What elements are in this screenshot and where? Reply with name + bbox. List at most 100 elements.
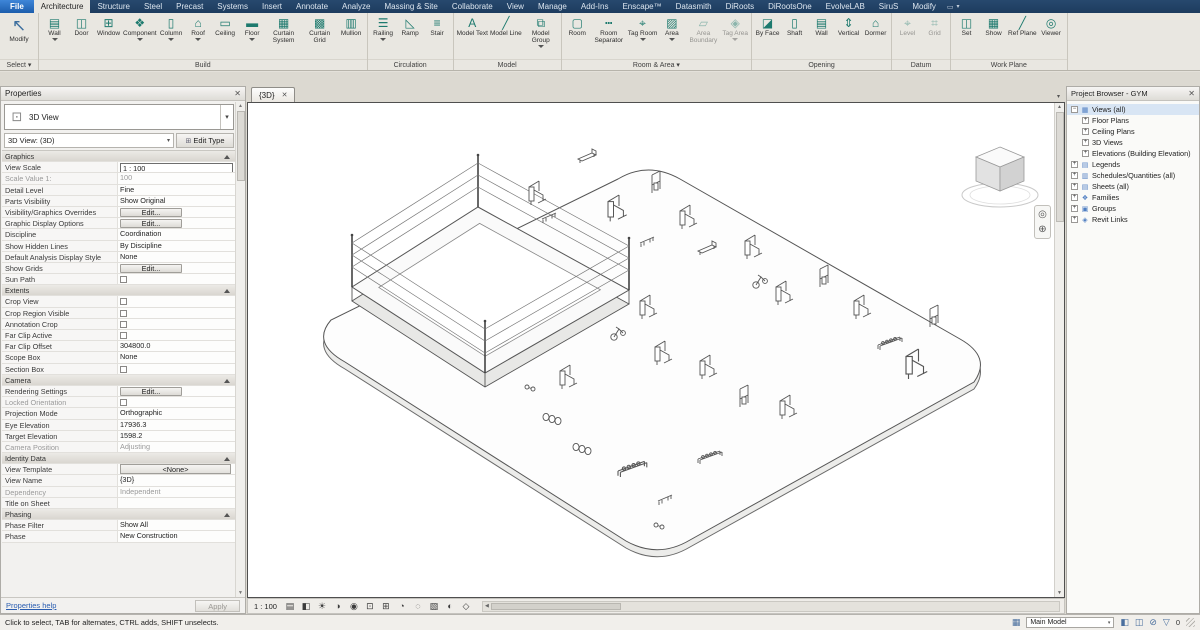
ribbon-tab[interactable]: Manage bbox=[531, 0, 574, 13]
property-row[interactable]: Target Elevation 1598.2 bbox=[2, 430, 235, 442]
rendering-dialog-icon[interactable]: ◉ bbox=[348, 599, 360, 613]
scroll-up-icon[interactable]: ▲ bbox=[1057, 104, 1062, 110]
property-row[interactable]: Phasing bbox=[2, 509, 235, 521]
ribbon-button[interactable]: ⌂ Dormer bbox=[862, 15, 889, 38]
ribbon-tab[interactable]: Structure bbox=[90, 0, 136, 13]
steering-wheel-icon[interactable]: ◎ bbox=[1038, 209, 1047, 220]
ribbon-tab[interactable]: View bbox=[500, 0, 531, 13]
ribbon-button[interactable]: ┅ Room Separator bbox=[591, 15, 627, 45]
ribbon-tab[interactable]: Analyze bbox=[335, 0, 377, 13]
apply-button[interactable]: Apply bbox=[195, 599, 240, 612]
property-row[interactable]: View Name {3D} bbox=[2, 475, 235, 487]
property-row[interactable]: Show Grids Edit... bbox=[2, 262, 235, 275]
ribbon-tab[interactable]: Datasmith bbox=[669, 0, 719, 13]
property-value[interactable]: Coordination bbox=[118, 229, 235, 240]
property-value[interactable]: Edit... bbox=[118, 385, 235, 397]
show-crop-region-icon[interactable]: ⊞ bbox=[380, 599, 392, 613]
browser-tree-item[interactable]: + ▤ Legends bbox=[1067, 159, 1199, 170]
ribbon-panel-label-opening[interactable]: Opening bbox=[752, 59, 892, 70]
ribbon-panel-label-room-area[interactable]: Room & Area ▾ bbox=[561, 59, 752, 70]
scrollbar-thumb[interactable] bbox=[1055, 112, 1064, 222]
view-instance-combo[interactable]: 3D View: (3D) ▾ bbox=[4, 133, 174, 148]
property-row[interactable]: Section Box bbox=[2, 363, 235, 375]
browser-tree-item[interactable]: + ▥ Schedules/Quantities (all) bbox=[1067, 170, 1199, 181]
property-value[interactable]: 100 bbox=[118, 173, 235, 184]
property-value[interactable]: <None> bbox=[118, 464, 235, 475]
property-row[interactable]: Locked Orientation bbox=[2, 397, 235, 409]
ribbon-button[interactable]: ⌗ Grid bbox=[921, 15, 948, 38]
expand-toggle[interactable]: + bbox=[1071, 205, 1078, 212]
scale-control[interactable]: 1 : 100 bbox=[252, 602, 282, 611]
property-value[interactable] bbox=[118, 296, 235, 307]
scroll-left-icon[interactable]: ◀ bbox=[485, 603, 489, 609]
visual-style-icon[interactable]: ◧ bbox=[300, 599, 312, 613]
ribbon-tab[interactable]: Architecture bbox=[33, 0, 91, 13]
ribbon-tab[interactable]: Systems bbox=[210, 0, 255, 13]
scroll-down-icon[interactable]: ▼ bbox=[238, 590, 243, 596]
ribbon-button[interactable]: ❖ Component bbox=[122, 15, 158, 42]
viewport-vertical-scrollbar[interactable]: ▲ ▼ bbox=[1054, 103, 1064, 597]
property-value[interactable]: Fine bbox=[118, 184, 235, 195]
exclude-options-icon[interactable]: ⊘ bbox=[1149, 617, 1157, 628]
worksets-icon[interactable]: ▦ bbox=[1012, 617, 1021, 628]
ribbon-button[interactable]: ⊞ Window bbox=[95, 15, 122, 38]
ribbon-button[interactable]: ≡ Stair bbox=[424, 15, 451, 38]
view-tab-3d[interactable]: {3D} ✕ bbox=[251, 87, 296, 102]
property-value[interactable]: Edit... bbox=[118, 262, 235, 274]
properties-scrollbar[interactable]: ▲ ▼ bbox=[235, 102, 245, 597]
property-row[interactable]: Default Analysis Display Style None bbox=[2, 251, 235, 263]
property-value[interactable] bbox=[118, 497, 235, 508]
property-value[interactable] bbox=[118, 397, 235, 408]
ribbon-tab[interactable]: Annotate bbox=[289, 0, 335, 13]
expand-toggle[interactable]: + bbox=[1071, 183, 1078, 190]
browser-tree-item[interactable]: − ▦ Views (all) bbox=[1067, 104, 1199, 115]
browser-tree-item[interactable]: + ▣ Groups bbox=[1067, 203, 1199, 214]
scroll-up-icon[interactable]: ▲ bbox=[238, 103, 243, 109]
ribbon-tab[interactable]: Insert bbox=[255, 0, 289, 13]
property-row[interactable]: Identity Data bbox=[2, 453, 235, 465]
ribbon-tab[interactable]: File bbox=[0, 0, 34, 13]
property-row[interactable]: Extents bbox=[2, 285, 235, 297]
ribbon-button[interactable]: ⌖ Tag Room bbox=[627, 15, 659, 42]
ribbon-button[interactable]: ⇕ Vertical bbox=[835, 15, 862, 38]
expand-toggle[interactable]: + bbox=[1071, 172, 1078, 179]
property-row[interactable]: Detail Level Fine bbox=[2, 184, 235, 196]
worksharing-display-icon[interactable]: ▧ bbox=[428, 599, 440, 613]
editable-only-icon[interactable]: ◫ bbox=[1135, 617, 1144, 628]
browser-tree-item[interactable]: + 3D Views bbox=[1067, 137, 1199, 148]
checkbox[interactable] bbox=[120, 276, 127, 284]
ribbon-button[interactable]: ⌂ Roof bbox=[185, 15, 212, 42]
temporary-view-properties-icon[interactable]: ◐ bbox=[444, 599, 456, 613]
property-row[interactable]: Title on Sheet bbox=[2, 497, 235, 509]
ribbon-button[interactable]: ◎ Viewer bbox=[1038, 15, 1065, 38]
ribbon-button[interactable]: ▨ Area bbox=[658, 15, 685, 42]
ribbon-button[interactable]: ╱ Ref Plane bbox=[1007, 15, 1038, 38]
property-value[interactable] bbox=[118, 330, 235, 341]
property-value[interactable] bbox=[118, 318, 235, 329]
property-row[interactable]: Camera bbox=[2, 374, 235, 386]
ribbon-button[interactable]: ▱ Area Boundary bbox=[685, 15, 721, 45]
property-value[interactable]: 1 : 100 bbox=[118, 162, 235, 173]
property-row[interactable]: Parts Visibility Show Original bbox=[2, 195, 235, 207]
ribbon-tab[interactable]: EvolveLAB bbox=[819, 0, 872, 13]
close-icon[interactable]: ✕ bbox=[234, 89, 241, 98]
property-row[interactable]: Crop Region Visible bbox=[2, 307, 235, 319]
ribbon-button[interactable]: ⌖ Level bbox=[894, 15, 921, 38]
3d-view-canvas[interactable]: ◎ ⊕ ▲ ▼ bbox=[247, 102, 1065, 598]
checkbox[interactable] bbox=[120, 365, 127, 373]
resize-grip[interactable] bbox=[1186, 618, 1195, 627]
ribbon-panel-label-datum[interactable]: Datum bbox=[892, 59, 951, 70]
ribbon-panel-label-model[interactable]: Model bbox=[453, 59, 561, 70]
selection-filter-icon[interactable]: ▽ bbox=[1163, 617, 1170, 628]
edit-type-button[interactable]: ⊞ Edit Type bbox=[176, 133, 234, 148]
property-row[interactable]: Scope Box None bbox=[2, 352, 235, 364]
ribbon-button[interactable]: ▬ Floor bbox=[239, 15, 266, 42]
displaced-elements-icon[interactable]: ◇ bbox=[460, 599, 472, 613]
ribbon-button[interactable]: ◺ Ramp bbox=[397, 15, 424, 38]
main-model-select[interactable]: Main Model ▾ bbox=[1026, 617, 1115, 628]
ribbon-button[interactable]: A Model Text bbox=[456, 15, 489, 38]
close-icon[interactable]: ✕ bbox=[282, 91, 288, 99]
ribbon-button[interactable]: ▥ Mullion bbox=[338, 15, 365, 38]
expand-toggle[interactable]: + bbox=[1082, 139, 1089, 146]
checkbox[interactable] bbox=[120, 320, 127, 328]
